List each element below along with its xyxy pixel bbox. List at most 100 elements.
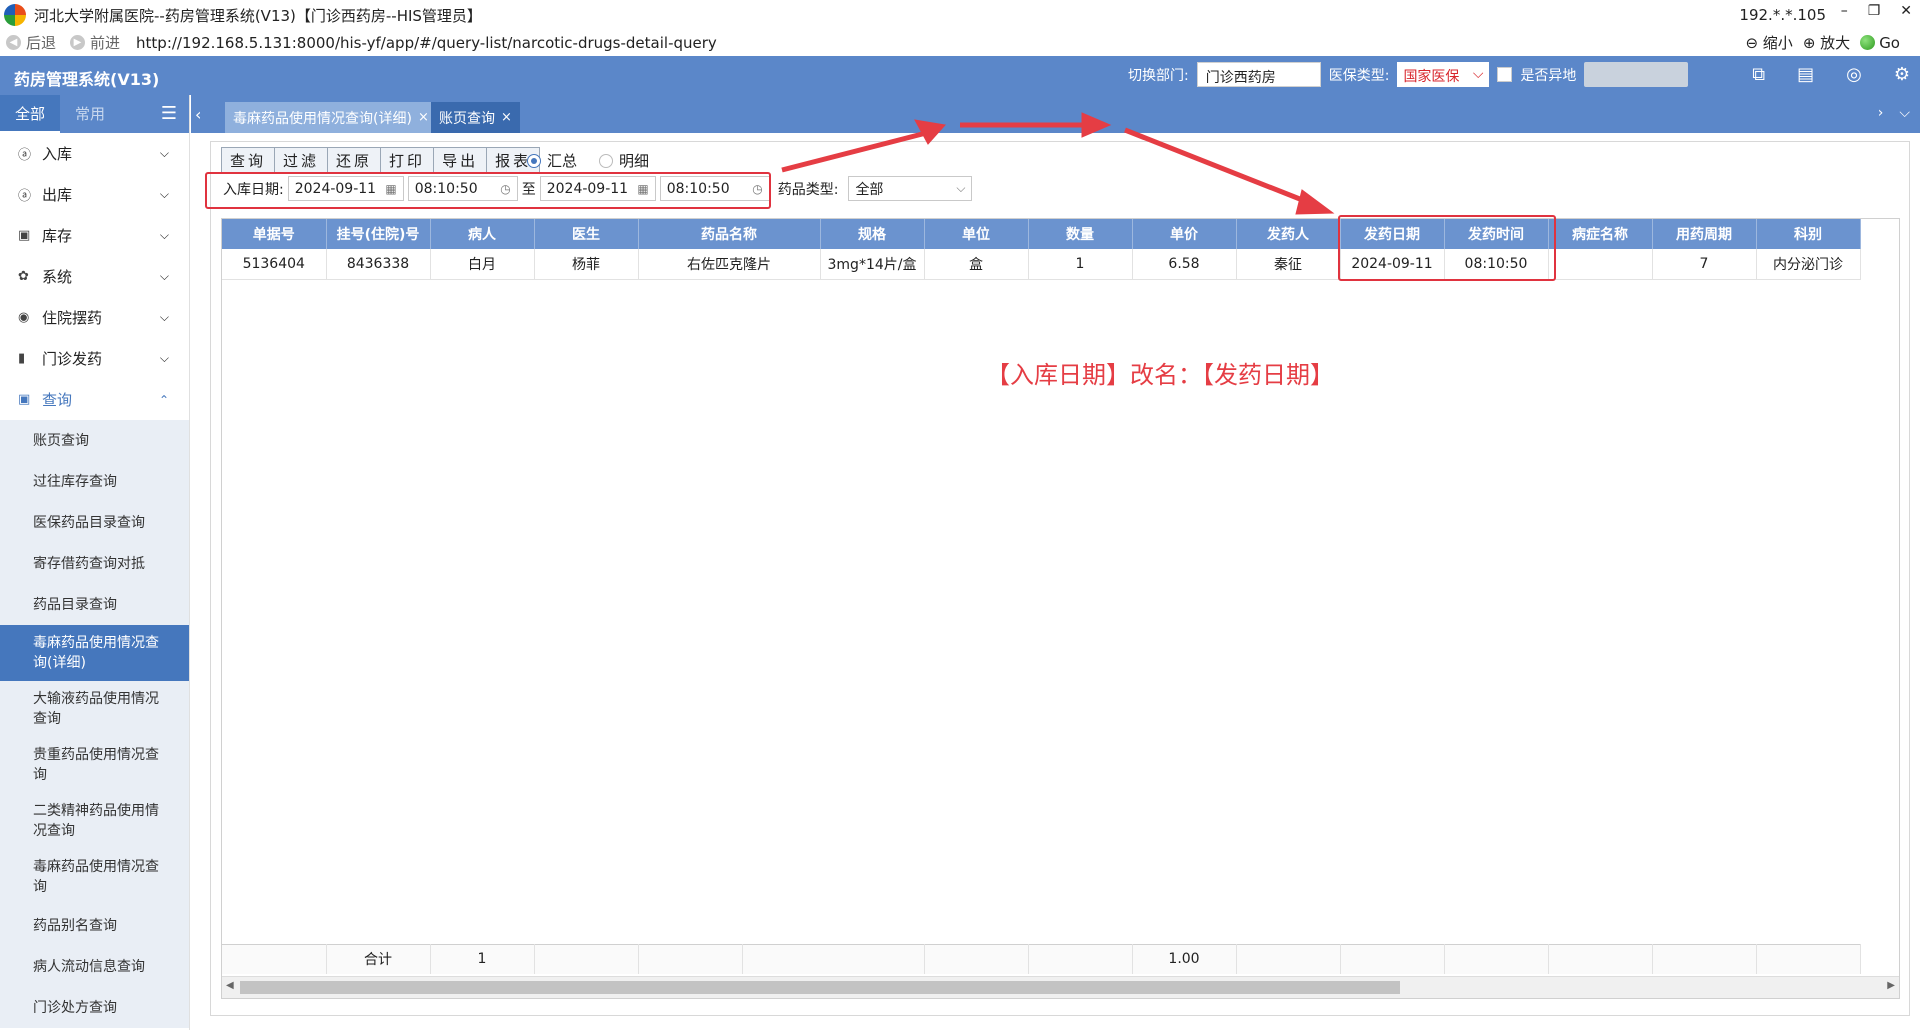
sidebar-item-inbound[interactable]: ⓐ 入库 ⌵ [0, 133, 189, 174]
column-header[interactable]: 单位 [924, 219, 1029, 249]
export-button[interactable]: 导出 [434, 148, 488, 173]
query-icon: ▣ [18, 392, 31, 407]
restore-filter-button[interactable]: 还原 [328, 148, 382, 173]
column-header[interactable]: 单价 [1132, 219, 1237, 249]
dept-input[interactable]: 门诊西药房 [1196, 62, 1321, 87]
column-header[interactable]: 用药周期 [1652, 219, 1757, 249]
radio-detail-label: 明细 [619, 152, 650, 170]
sidebar-item-query[interactable]: ▣ 查询 ⌃ [0, 379, 189, 420]
chevron-left-icon[interactable]: ‹ [195, 105, 201, 124]
tab-all[interactable]: 全部 [0, 95, 60, 133]
column-header[interactable]: 数量 [1028, 219, 1133, 249]
minimize-button[interactable]: – [1841, 3, 1848, 19]
outbound-icon: ⓐ [18, 189, 32, 204]
column-header[interactable]: 病症名称 [1548, 219, 1653, 249]
scroll-left-icon[interactable]: ◀ [226, 980, 234, 991]
back-button[interactable]: ◀ 后退 [6, 32, 56, 53]
submenu-item[interactable]: 门诊处方查询 [0, 987, 189, 1028]
tab-narcotic-detail[interactable]: 毒麻药品使用情况查询(详细) × [225, 102, 437, 133]
sidebar-item-outbound[interactable]: ⓐ 出库 ⌵ [0, 174, 189, 215]
close-icon[interactable]: × [501, 110, 512, 125]
filter-button[interactable]: 过滤 [275, 148, 329, 173]
eye-icon[interactable]: ◎ [1846, 64, 1862, 85]
url-field[interactable]: http://192.168.5.131:8000/his-yf/app/#/q… [136, 34, 717, 52]
sidebar-item-label: 系统 [42, 268, 73, 286]
zoom-out-button[interactable]: ⊖ 缩小 [1745, 32, 1792, 53]
horizontal-scrollbar[interactable]: ◀ ▶ [222, 976, 1899, 998]
submenu-item[interactable]: 账页查询 [0, 420, 189, 461]
chevron-down-icon: ⌵ [159, 351, 169, 365]
chevron-down-icon: ⌵ [159, 269, 169, 283]
print-button[interactable]: 打印 [381, 148, 435, 173]
submenu-item[interactable]: 寄存借药查询对抵 [0, 543, 189, 584]
sidebar-item-inpatient[interactable]: ◉ 住院摆药 ⌵ [0, 297, 189, 338]
tab-common[interactable]: 常用 [60, 95, 120, 133]
stock-icon: ▣ [18, 228, 31, 243]
submenu-item[interactable]: 贵重药品使用情况查询 [0, 737, 189, 793]
table-row[interactable]: 5136404 8436338 白月 杨菲 右佐匹克隆片 3mg*14片/盒 盒… [222, 249, 1861, 280]
back-label: 后退 [26, 34, 57, 52]
sidebar-item-label: 查询 [42, 391, 73, 409]
zoom-in-button[interactable]: ⊕ 放大 [1803, 32, 1850, 53]
query-button[interactable]: 查询 [222, 148, 276, 173]
chevron-right-icon[interactable]: › [1878, 105, 1884, 121]
column-header[interactable]: 医生 [534, 219, 639, 249]
column-header[interactable]: 规格 [820, 219, 925, 249]
submenu-item[interactable]: 二类精神药品使用情况查询 [0, 793, 189, 849]
zoom-in-label: 放大 [1820, 34, 1851, 52]
sidebar-item-label: 入库 [42, 145, 73, 163]
sidebar-item-system[interactable]: ✿ 系统 ⌵ [0, 256, 189, 297]
go-icon [1860, 34, 1876, 50]
tab-bar: ‹ 毒麻药品使用情况查询(详细) × 账页查询 × › ⌵ [191, 95, 1920, 133]
column-header[interactable]: 科别 [1756, 219, 1861, 249]
submenu-item[interactable]: 病人流动信息查询 [0, 946, 189, 987]
sidebar-tabs: 全部 常用 ☰ [0, 95, 189, 133]
go-button[interactable]: Go [1860, 34, 1900, 52]
radio-empty-icon [599, 154, 614, 168]
footer-count: 1 [430, 944, 535, 974]
column-header[interactable]: 单据号 [222, 219, 327, 249]
close-window-button[interactable]: ✕ [1900, 3, 1912, 19]
remote-checkbox[interactable] [1497, 67, 1513, 82]
drug-type-select[interactable]: 全部 ⌵ [848, 176, 973, 201]
sidebar-item-stock[interactable]: ▣ 库存 ⌵ [0, 215, 189, 256]
scrollbar-thumb[interactable] [240, 981, 1400, 994]
forward-arrow-icon: ▶ [70, 35, 86, 50]
submenu-item[interactable]: 毒麻药品使用情况查询 [0, 849, 189, 905]
hamburger-menu-icon[interactable]: ☰ [161, 103, 177, 124]
footer-cell [638, 944, 743, 974]
screen-icon[interactable]: ⧉ [1752, 64, 1765, 85]
content-panel: 查询 过滤 还原 打印 导出 报表 汇总 明细 入库日期: 2024-09-11… [210, 141, 1910, 1016]
radio-detail[interactable]: 明细 [599, 150, 649, 171]
chevron-down-icon[interactable]: ⌵ [1899, 105, 1910, 121]
submenu-item[interactable]: 大输液药品使用情况查询 [0, 681, 189, 737]
footer-cell [222, 944, 327, 974]
footer-cell [742, 944, 925, 974]
submenu-item-active[interactable]: 毒麻药品使用情况查询(详细) [0, 625, 189, 681]
scroll-right-icon[interactable]: ▶ [1887, 980, 1895, 991]
submenu-item[interactable]: 药品目录查询 [0, 584, 189, 625]
insurance-select[interactable]: 国家医保 ⌵ [1397, 62, 1490, 87]
column-header[interactable]: 药品名称 [638, 219, 821, 249]
radio-selected-icon [527, 154, 541, 168]
column-header[interactable]: 病人 [430, 219, 535, 249]
table-cell: 杨菲 [534, 249, 639, 280]
tab-label: 账页查询 [439, 110, 495, 127]
radio-summary[interactable]: 汇总 [527, 150, 577, 171]
forward-button[interactable]: ▶ 前进 [70, 32, 120, 53]
submenu-item[interactable]: 药品别名查询 [0, 905, 189, 946]
gear-icon[interactable]: ⚙ [1894, 64, 1910, 85]
column-header[interactable]: 挂号(住院)号 [326, 219, 431, 249]
close-icon[interactable]: × [418, 110, 429, 125]
footer-qty: 1.00 [1132, 944, 1237, 974]
dept-label: 切换部门: [1128, 67, 1189, 84]
submenu-item[interactable]: 过往库存查询 [0, 461, 189, 502]
sidebar-item-outpatient[interactable]: ▮ 门诊发药 ⌵ [0, 338, 189, 379]
table-cell: 秦征 [1236, 249, 1341, 280]
restore-button[interactable]: ❐ [1868, 3, 1881, 19]
document-icon[interactable]: ▤ [1797, 64, 1814, 85]
radio-summary-label: 汇总 [547, 152, 578, 170]
column-header[interactable]: 发药人 [1236, 219, 1341, 249]
tab-ledger-query[interactable]: 账页查询 × [431, 102, 520, 133]
submenu-item[interactable]: 医保药品目录查询 [0, 502, 189, 543]
